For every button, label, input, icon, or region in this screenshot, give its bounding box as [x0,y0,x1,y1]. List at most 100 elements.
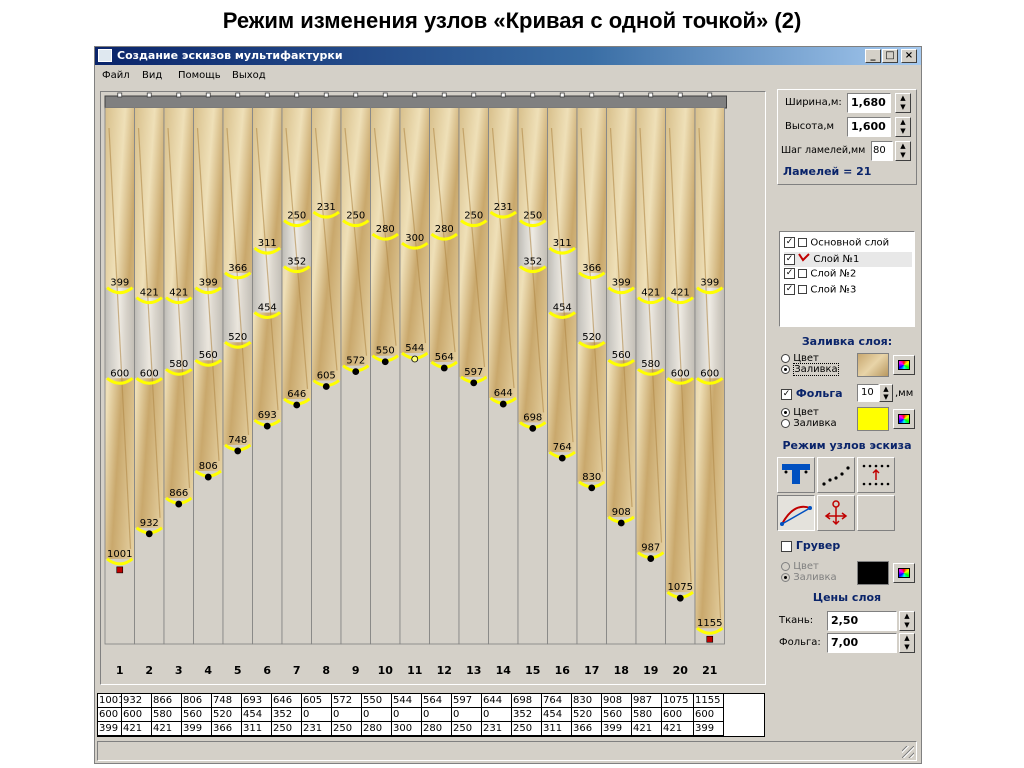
curve-node[interactable] [617,519,625,527]
curve-node[interactable] [411,355,419,363]
node-value-label: 250 [523,211,542,222]
lamella[interactable] [311,92,342,645]
foil-color-swatch[interactable] [857,407,889,431]
gruver-color-swatch[interactable] [857,561,889,585]
curve-node[interactable] [529,424,537,432]
tool-grid-shift[interactable] [857,457,895,493]
checkbox-icon[interactable]: ✓ [784,253,795,265]
radio-icon[interactable] [781,561,790,571]
tool-lamella-node[interactable] [777,457,815,493]
curve-node[interactable] [322,383,330,390]
minimize-button[interactable]: _ [865,49,881,63]
curve-node[interactable] [293,401,301,409]
sketch-canvas[interactable]: 1001 399 600 1 932 421 600 2 866 421 580 3 806 399 560… [100,91,766,685]
radio-icon[interactable] [781,418,790,428]
width-spinner[interactable]: ▲ ▼ [895,93,911,113]
lamella[interactable] [399,92,430,645]
curve-node[interactable] [263,422,271,430]
node-value-label: 597 [464,367,483,378]
foil-radio-color[interactable]: Цвет [781,407,837,418]
radio-icon[interactable] [781,364,790,374]
checkbox-icon[interactable] [781,540,792,552]
checkbox-icon[interactable]: ✓ [781,388,792,400]
gruver-radio-fill[interactable]: Заливка [781,572,837,583]
step-input[interactable]: 80 [871,141,893,161]
palette-button[interactable] [893,355,915,375]
lamella[interactable] [488,92,519,645]
table-cell: 764 [542,694,572,708]
height-input[interactable]: 1,600 [847,117,891,137]
gruver-palette-button[interactable] [893,563,915,583]
layer-item-2[interactable]: ✓ Слой №2 [784,268,856,283]
foil-radio-fill[interactable]: Заливка [781,418,837,429]
lamella[interactable] [193,92,224,645]
menu-help[interactable]: Помощь [178,70,221,81]
lamella[interactable] [517,92,548,645]
curve-node[interactable] [175,500,183,508]
layer-item-1[interactable]: ✓ Слой №1 [784,252,912,267]
curve-node[interactable] [234,447,242,455]
table-row: 1001 932 866 806 748 693 646 605 572 550 544 564 597… [98,694,764,708]
lamella[interactable] [576,92,607,645]
close-button[interactable]: × [901,49,917,63]
foil-spinner[interactable]: ▲ ▼ [879,384,893,402]
tool-points[interactable] [817,457,855,493]
foil-checkbox[interactable]: ✓ Фольга [781,387,843,400]
tool-curve-one-point[interactable] [777,495,815,531]
maximize-button[interactable]: □ [882,49,898,63]
tool-empty[interactable] [857,495,895,531]
curve-node[interactable] [116,566,124,574]
curve-node[interactable] [440,364,448,372]
curve-node[interactable] [676,594,684,602]
lamella[interactable] [370,92,401,645]
foil-width-input[interactable]: 10 [857,384,879,402]
fabric-price-spinner[interactable]: ▲ ▼ [899,611,915,631]
radio-icon[interactable] [781,353,790,363]
menu-file[interactable]: Файл [102,70,130,81]
curve-node[interactable] [558,454,566,462]
fill-texture-swatch[interactable] [857,353,889,377]
curve-node[interactable] [588,484,596,492]
foil-price-spinner[interactable]: ▲ ▼ [899,633,915,653]
resize-grip[interactable] [902,746,914,758]
checkbox-icon[interactable]: ✓ [784,284,795,295]
curve-node[interactable] [352,368,360,376]
curve-node[interactable] [470,379,478,387]
curve-node[interactable] [381,358,389,366]
layer-item-3[interactable]: ✓ Слой №3 [784,284,856,299]
step-spinner[interactable]: ▲ ▼ [895,141,911,161]
menu-view[interactable]: Вид [142,70,162,81]
lamella[interactable] [252,92,283,645]
checkbox-icon[interactable]: ✓ [784,268,795,279]
table-cell: 300 [392,722,422,736]
lamella[interactable] [547,92,578,645]
lamella[interactable] [606,92,637,645]
checkbox-icon[interactable]: ✓ [784,237,795,248]
layers-list[interactable]: ✓ Основной слой ✓ Слой №1 ✓ Слой №2 ✓ Сл… [779,231,915,327]
menu-exit[interactable]: Выход [232,70,266,81]
table-row: 600 600 580 560 520 454 352 0 0 0 0 0 0 0 352 454 520 560… [98,708,764,722]
table-cell: 0 [452,708,482,722]
foil-price-input[interactable]: 7,00 [827,633,897,653]
curve-node[interactable] [204,473,212,481]
curve-node[interactable] [647,555,655,562]
radio-icon[interactable] [781,572,790,582]
tool-node-move[interactable] [817,495,855,531]
gruver-checkbox[interactable]: Грувер [781,539,840,552]
layer-item-base[interactable]: ✓ Основной слой [784,237,889,252]
width-input[interactable]: 1,680 [847,93,891,113]
gruver-radio-color[interactable]: Цвет [781,561,837,572]
height-spinner[interactable]: ▲ ▼ [895,117,911,137]
sketch-drawing[interactable]: 1001399600193242160028664215803806399560… [101,92,765,684]
fabric-price-input[interactable]: 2,50 [827,611,897,631]
foil-palette-button[interactable] [893,409,915,429]
lamella[interactable] [222,92,253,645]
curve-node[interactable] [145,530,153,538]
table-cell: 600 [694,708,724,722]
curve-node[interactable] [706,635,714,643]
title-bar[interactable]: Создание эскизов мультифактурки _ □ × [95,47,921,65]
lamella[interactable] [281,92,312,645]
radio-fill[interactable]: Заливка [781,363,839,376]
radio-icon[interactable] [781,407,790,417]
curve-node[interactable] [499,400,507,408]
